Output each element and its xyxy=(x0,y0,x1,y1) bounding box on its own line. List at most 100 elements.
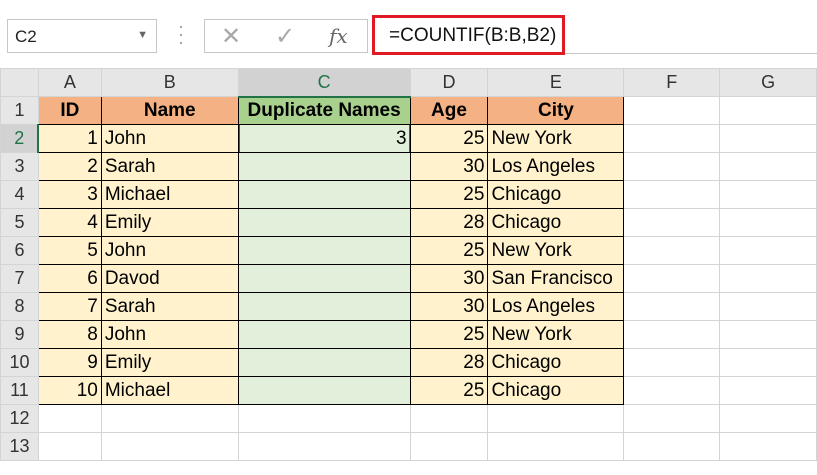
cell[interactable] xyxy=(719,264,817,293)
select-all-corner[interactable] xyxy=(0,68,39,97)
cell-duplicate-count[interactable] xyxy=(237,348,411,377)
cell-age[interactable]: 28 xyxy=(409,348,489,377)
cell-name[interactable]: John xyxy=(100,124,239,153)
insert-function-icon[interactable]: fx xyxy=(329,24,348,48)
cell-age[interactable]: 25 xyxy=(409,376,489,405)
cell[interactable] xyxy=(409,404,489,433)
cell[interactable] xyxy=(237,404,411,433)
header-cell-city[interactable]: City xyxy=(487,96,625,125)
cell-age[interactable]: 30 xyxy=(409,152,489,181)
cell-duplicate-count[interactable] xyxy=(237,180,411,209)
row-header-6[interactable]: 6 xyxy=(0,236,39,265)
cell-city[interactable]: Los Angeles xyxy=(487,292,625,321)
cell-age[interactable]: 28 xyxy=(409,208,489,237)
cell-age[interactable]: 25 xyxy=(409,180,489,209)
cell[interactable] xyxy=(719,208,817,237)
row-header-3[interactable]: 3 xyxy=(0,152,39,181)
column-header-g[interactable]: G xyxy=(719,68,817,97)
cell-name[interactable]: Davod xyxy=(100,264,239,293)
cell[interactable] xyxy=(623,208,721,237)
cell-id[interactable]: 9 xyxy=(37,348,102,377)
cell-id[interactable]: 3 xyxy=(37,180,102,209)
cell-duplicate-count[interactable] xyxy=(237,376,411,405)
cell[interactable] xyxy=(719,124,817,153)
cell[interactable] xyxy=(719,292,817,321)
cell-duplicate-count[interactable] xyxy=(237,320,411,349)
name-box[interactable]: C2 ▼ xyxy=(7,19,157,53)
cell[interactable] xyxy=(487,432,625,461)
cell-id[interactable]: 4 xyxy=(37,208,102,237)
cell-city[interactable]: New York xyxy=(487,320,625,349)
cell-duplicate-count[interactable] xyxy=(237,264,411,293)
row-header-11[interactable]: 11 xyxy=(0,376,39,405)
cell[interactable] xyxy=(623,376,721,405)
selected-cell-c2[interactable]: 3 xyxy=(237,124,411,153)
cell[interactable] xyxy=(623,96,721,125)
cell-name[interactable]: Sarah xyxy=(100,292,239,321)
cell[interactable] xyxy=(719,96,817,125)
cell[interactable] xyxy=(623,404,721,433)
cell[interactable] xyxy=(623,180,721,209)
cell-city[interactable]: Chicago xyxy=(487,376,625,405)
cell[interactable] xyxy=(719,376,817,405)
cell-city[interactable]: New York xyxy=(487,236,625,265)
cell-name[interactable]: Michael xyxy=(100,180,239,209)
row-header-1[interactable]: 1 xyxy=(0,96,39,125)
cell-city[interactable]: Chicago xyxy=(487,208,625,237)
cell-duplicate-count[interactable] xyxy=(237,236,411,265)
cell-id[interactable]: 6 xyxy=(37,264,102,293)
cell[interactable] xyxy=(623,292,721,321)
chevron-down-icon[interactable]: ▼ xyxy=(137,29,148,41)
cell-city[interactable]: Los Angeles xyxy=(487,152,625,181)
cancel-icon[interactable]: ✕ xyxy=(221,22,241,51)
cell-age[interactable]: 30 xyxy=(409,292,489,321)
cell-name[interactable]: John xyxy=(100,236,239,265)
column-header-e[interactable]: E xyxy=(487,68,625,97)
cell[interactable] xyxy=(719,348,817,377)
cell[interactable] xyxy=(719,320,817,349)
cell[interactable] xyxy=(100,404,239,433)
cell[interactable] xyxy=(623,432,721,461)
cell[interactable] xyxy=(719,152,817,181)
header-cell-age[interactable]: Age xyxy=(409,96,489,125)
cell[interactable] xyxy=(409,432,489,461)
cell-name[interactable]: John xyxy=(100,320,239,349)
cell-id[interactable]: 2 xyxy=(37,152,102,181)
cell[interactable] xyxy=(623,124,721,153)
cell-name[interactable]: Emily xyxy=(100,348,239,377)
cell[interactable] xyxy=(623,264,721,293)
row-header-7[interactable]: 7 xyxy=(0,264,39,293)
row-header-5[interactable]: 5 xyxy=(0,208,39,237)
header-cell-name[interactable]: Name xyxy=(100,96,239,125)
cell-id[interactable]: 8 xyxy=(37,320,102,349)
cell-name[interactable]: Sarah xyxy=(100,152,239,181)
cell[interactable] xyxy=(37,404,102,433)
cell-duplicate-count[interactable] xyxy=(237,292,411,321)
cell[interactable] xyxy=(623,320,721,349)
row-header-13[interactable]: 13 xyxy=(0,432,39,461)
cell[interactable] xyxy=(719,180,817,209)
cell[interactable] xyxy=(719,236,817,265)
cell-duplicate-count[interactable] xyxy=(237,152,411,181)
cell[interactable] xyxy=(37,432,102,461)
column-header-f[interactable]: F xyxy=(623,68,721,97)
header-cell-duplicate-names[interactable]: Duplicate Names xyxy=(237,96,411,125)
cell-name[interactable]: Emily xyxy=(100,208,239,237)
cell[interactable] xyxy=(719,404,817,433)
cell-age[interactable]: 25 xyxy=(409,124,489,153)
column-header-a[interactable]: A xyxy=(37,68,102,97)
cell[interactable] xyxy=(237,432,411,461)
cell[interactable] xyxy=(100,432,239,461)
column-header-c[interactable]: C xyxy=(237,68,411,98)
cell[interactable] xyxy=(487,404,625,433)
cell[interactable] xyxy=(623,152,721,181)
cell-city[interactable]: Chicago xyxy=(487,180,625,209)
column-header-b[interactable]: B xyxy=(100,68,239,97)
cell-name[interactable]: Michael xyxy=(100,376,239,405)
cell[interactable] xyxy=(719,432,817,461)
column-header-d[interactable]: D xyxy=(409,68,489,97)
cell-id[interactable]: 10 xyxy=(37,376,102,405)
cell-age[interactable]: 30 xyxy=(409,264,489,293)
cell[interactable] xyxy=(623,236,721,265)
cell-duplicate-count[interactable] xyxy=(237,208,411,237)
